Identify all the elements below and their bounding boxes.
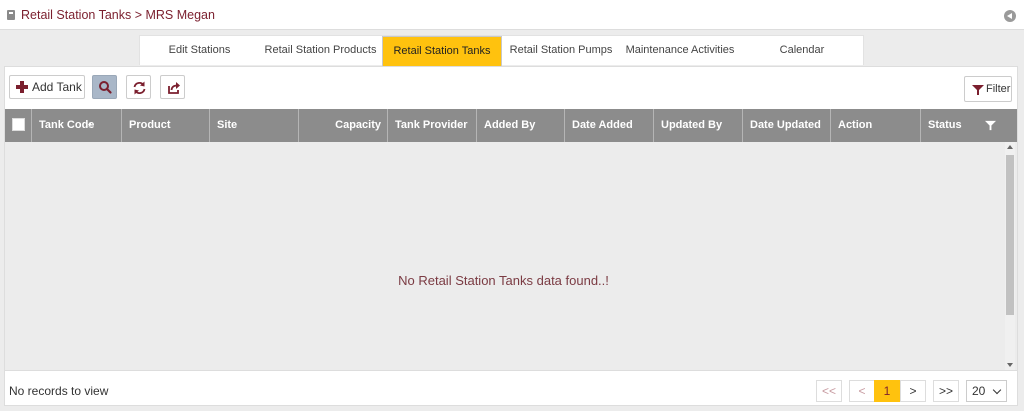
select-all-cell [5, 109, 32, 142]
scroll-down-icon[interactable] [1007, 363, 1013, 367]
plus-icon [16, 81, 28, 93]
sort-icon [88, 122, 93, 128]
breadcrumb: Retail Station Tanks > MRS Megan [21, 8, 215, 22]
column-added-by[interactable]: Added By [477, 109, 565, 142]
tab-bar: Edit Stations Retail Station Products Re… [139, 35, 864, 66]
column-tank-code-label: Tank Code [39, 119, 95, 131]
table-header: Tank Code Product Site Capacity Tank Pro… [5, 109, 1017, 142]
export-button[interactable] [160, 75, 185, 99]
scroll-up-icon[interactable] [1007, 145, 1013, 149]
scroll-thumb[interactable] [1006, 155, 1014, 315]
station-icon [7, 10, 15, 20]
column-tank-code[interactable]: Tank Code [32, 109, 122, 142]
column-status[interactable]: Status [921, 109, 1004, 142]
table-footer: No records to view << < 1 > >> 20 [5, 370, 1017, 405]
tab-calendar[interactable]: Calendar [740, 36, 864, 66]
add-tank-button[interactable]: Add Tank [9, 75, 85, 99]
tab-retail-station-tanks[interactable]: Retail Station Tanks [382, 36, 502, 66]
tab-edit-stations[interactable]: Edit Stations [140, 36, 259, 66]
vertical-scrollbar[interactable] [1005, 142, 1015, 370]
share-icon [168, 82, 180, 94]
refresh-icon [133, 81, 146, 95]
column-date-added[interactable]: Date Added [565, 109, 654, 142]
search-icon [99, 81, 112, 94]
filter-icon [972, 85, 984, 95]
filter-label: Filter [986, 83, 1011, 95]
page-size-value: 20 [972, 384, 986, 398]
prev-page-button[interactable]: < [849, 380, 875, 402]
next-page-button[interactable]: > [900, 380, 926, 402]
filter-button[interactable]: Filter [964, 76, 1012, 102]
select-all-checkbox[interactable] [12, 118, 25, 131]
column-capacity[interactable]: Capacity [299, 109, 388, 142]
table-body: No Retail Station Tanks data found..! [5, 142, 1017, 370]
column-date-updated[interactable]: Date Updated [743, 109, 831, 142]
column-updated-by[interactable]: Updated By [654, 109, 743, 142]
title-bar: Retail Station Tanks > MRS Megan [0, 0, 1024, 30]
search-button[interactable] [92, 75, 117, 99]
tab-retail-station-products[interactable]: Retail Station Products [259, 36, 382, 66]
collapse-icon[interactable] [1004, 10, 1016, 22]
tab-retail-station-pumps[interactable]: Retail Station Pumps [502, 36, 620, 66]
chevron-down-icon [992, 385, 1002, 395]
column-product[interactable]: Product [122, 109, 210, 142]
current-page-button[interactable]: 1 [874, 380, 900, 402]
column-site[interactable]: Site [210, 109, 299, 142]
last-page-button[interactable]: >> [933, 380, 959, 402]
empty-state-message: No Retail Station Tanks data found..! [398, 273, 609, 288]
tab-maintenance-activities[interactable]: Maintenance Activities [620, 36, 740, 66]
status-filter-icon[interactable] [985, 120, 996, 131]
refresh-button[interactable] [126, 75, 151, 99]
column-status-label: Status [928, 119, 962, 131]
records-info: No records to view [9, 384, 109, 398]
add-tank-label: Add Tank [32, 80, 82, 94]
column-tank-provider[interactable]: Tank Provider [388, 109, 477, 142]
first-page-button[interactable]: << [816, 380, 842, 402]
column-action[interactable]: Action [831, 109, 921, 142]
tanks-panel: Add Tank Filter Tank Code Product Site C… [4, 66, 1018, 406]
page-size-select[interactable]: 20 [966, 380, 1007, 402]
